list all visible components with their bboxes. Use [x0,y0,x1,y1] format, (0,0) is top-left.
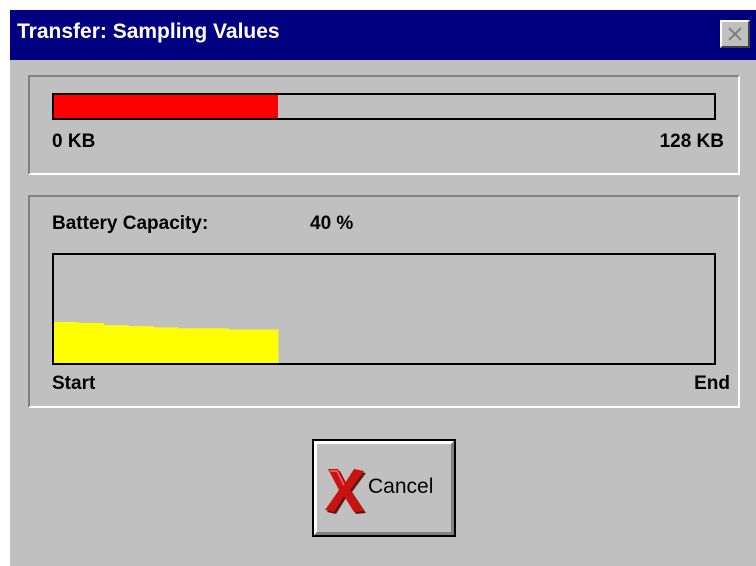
transfer-progress-bar [52,93,716,120]
close-icon [728,27,742,41]
red-x-icon [325,469,366,514]
transfer-dialog: Transfer: Sampling Values 0 KB 128 KB Ba… [8,8,756,566]
battery-group: Battery Capacity: 40 % Start End [28,195,740,408]
cancel-button[interactable]: Cancel [312,439,456,537]
progress-max-label: 128 KB [659,131,724,152]
progress-min-label: 0 KB [52,131,96,152]
cancel-button-label: Cancel [368,475,434,498]
graph-start-label: Start [52,373,96,394]
graph-end-label: End [694,373,730,394]
battery-level-area [54,322,279,363]
battery-capacity-value: 40 % [310,213,354,234]
battery-capacity-label: Battery Capacity: [52,213,209,234]
close-button[interactable] [720,20,750,48]
transfer-progress-group: 0 KB 128 KB [28,75,740,175]
battery-graph-canvas [54,322,279,363]
battery-graph [52,253,716,365]
transfer-progress-fill [54,95,279,118]
window-title: Transfer: Sampling Values [17,20,280,43]
title-bar[interactable]: Transfer: Sampling Values [10,10,756,60]
